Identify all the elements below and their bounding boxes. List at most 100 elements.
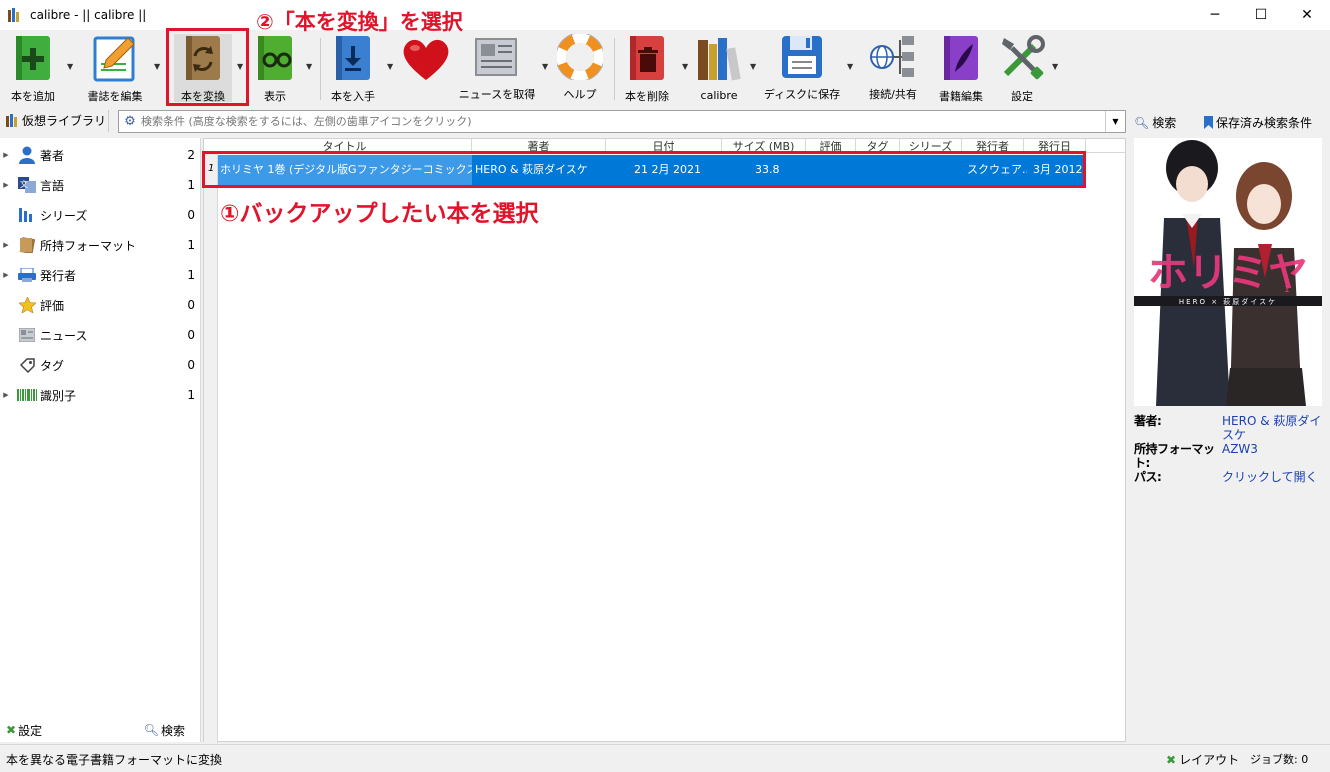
book-cover[interactable]: HERO × 萩原ダイスケ ホリミヤ 1 bbox=[1134, 138, 1322, 406]
search-box: ⚙ ▼ bbox=[118, 110, 1126, 133]
view-book-button[interactable]: 表示 bbox=[250, 34, 300, 103]
maximize-button[interactable]: ☐ bbox=[1238, 0, 1284, 30]
tag-category-authors[interactable]: ▶ 著者 2 bbox=[0, 140, 201, 170]
cover-volume: 1 bbox=[1284, 285, 1290, 295]
bookmark-icon bbox=[1204, 116, 1213, 129]
donate-heart-button[interactable] bbox=[400, 34, 452, 102]
edit-metadata-button[interactable]: 書誌を編集 bbox=[84, 34, 146, 103]
edit-book-button[interactable]: 書籍編集 bbox=[934, 34, 988, 103]
virtual-library-button[interactable]: 仮想ライブラリ bbox=[6, 112, 106, 129]
saved-searches-button[interactable]: 保存済み検索条件 bbox=[1204, 114, 1312, 131]
status-bar: 本を異なる電子書籍フォーマットに変換 ✖ レイアウト ジョブ数: 0 bbox=[0, 744, 1330, 772]
authors-icon bbox=[16, 146, 38, 164]
heart-donate-icon bbox=[401, 34, 451, 84]
tag-browser-footer: ✖ 設定 🔍︎ 検索 bbox=[0, 720, 201, 740]
layout-button[interactable]: ✖ レイアウト bbox=[1166, 751, 1239, 768]
tag-category-rating[interactable]: 評価 0 bbox=[0, 290, 201, 320]
detail-row-authors: 著者: HERO & 萩原ダイスケ bbox=[1134, 414, 1324, 442]
calibre-library-dropdown[interactable]: ▼ bbox=[750, 62, 758, 71]
edit-metadata-dropdown[interactable]: ▼ bbox=[154, 62, 162, 71]
languages-icon: 文 bbox=[16, 176, 38, 194]
advanced-search-gear-icon[interactable]: ⚙ bbox=[119, 114, 141, 129]
virtual-library-icon bbox=[6, 114, 17, 127]
preferences-button[interactable]: 設定 bbox=[996, 34, 1048, 103]
save-to-disk-button[interactable]: ディスクに保存 bbox=[764, 34, 840, 102]
format-link[interactable]: AZW3 bbox=[1222, 442, 1324, 470]
search-button[interactable]: 🔍︎ 検索 bbox=[1134, 114, 1176, 131]
close-button[interactable]: ✕ bbox=[1284, 0, 1330, 30]
add-book-icon bbox=[8, 34, 58, 82]
get-books-dropdown[interactable]: ▼ bbox=[387, 62, 395, 71]
tag-category-publisher[interactable]: ▶ 発行者 1 bbox=[0, 260, 201, 290]
help-lifebuoy-icon bbox=[555, 34, 605, 80]
window-title: calibre - || calibre || bbox=[30, 8, 147, 22]
preferences-dropdown[interactable]: ▼ bbox=[1052, 62, 1060, 71]
remove-book-icon bbox=[622, 34, 672, 82]
expand-arrow-icon[interactable]: ▶ bbox=[0, 271, 12, 279]
view-book-icon bbox=[250, 34, 300, 82]
cover-subtitle: HERO × 萩原ダイスケ bbox=[1179, 297, 1277, 306]
open-path-link[interactable]: クリックして開く bbox=[1222, 470, 1324, 484]
expand-arrow-icon[interactable]: ▶ bbox=[0, 181, 12, 189]
save-to-disk-icon bbox=[777, 34, 827, 80]
row-number-gutter: 1 bbox=[204, 153, 218, 743]
edit-metadata-icon bbox=[90, 34, 140, 82]
view-book-dropdown[interactable]: ▼ bbox=[306, 62, 314, 71]
find-in-tag-browser-button[interactable]: 🔍︎ 検索 bbox=[144, 722, 185, 739]
remove-book-dropdown[interactable]: ▼ bbox=[682, 62, 690, 71]
detail-row-formats: 所持フォーマット: AZW3 bbox=[1134, 442, 1324, 470]
jobs-indicator[interactable]: ジョブ数: 0 bbox=[1250, 751, 1308, 767]
series-icon bbox=[16, 206, 38, 224]
connect-share-button[interactable]: 接続/共有 bbox=[862, 34, 924, 102]
toolbar-separator bbox=[614, 38, 615, 100]
search-separator bbox=[108, 110, 109, 132]
configure-tag-browser-button[interactable]: ✖ 設定 bbox=[6, 722, 42, 739]
search-input[interactable] bbox=[141, 111, 1105, 132]
identifiers-barcode-icon bbox=[16, 386, 38, 404]
annotation-highlight-book-row bbox=[202, 151, 1086, 188]
tools-icon: ✖ bbox=[1166, 752, 1177, 767]
add-book-dropdown[interactable]: ▼ bbox=[67, 62, 75, 71]
calibre-library-icon bbox=[694, 34, 744, 83]
annotation-step1-text: ①バックアップしたい本を選択 bbox=[220, 201, 539, 227]
remove-book-button[interactable]: 本を削除 bbox=[620, 34, 674, 103]
tag-category-series[interactable]: シリーズ 0 bbox=[0, 200, 201, 230]
annotation-highlight-convert bbox=[166, 28, 249, 106]
connect-share-icon bbox=[868, 34, 918, 80]
title-bar: calibre - || calibre || ─ ☐ ✕ bbox=[0, 0, 1330, 30]
tools-icon: ✖ bbox=[6, 723, 17, 737]
status-message: 本を異なる電子書籍フォーマットに変換 bbox=[6, 753, 223, 767]
fetch-news-icon bbox=[472, 34, 522, 80]
tag-category-news[interactable]: ニュース 0 bbox=[0, 320, 201, 350]
tag-category-formats[interactable]: ▶ 所持フォーマット 1 bbox=[0, 230, 201, 260]
save-to-disk-dropdown[interactable]: ▼ bbox=[847, 62, 855, 71]
formats-icon bbox=[16, 236, 38, 254]
fetch-news-dropdown[interactable]: ▼ bbox=[542, 62, 550, 71]
search-magnifier-icon: 🔍︎ bbox=[1134, 115, 1150, 130]
author-link[interactable]: HERO & 萩原ダイスケ bbox=[1222, 414, 1324, 442]
fetch-news-button[interactable]: ニュースを取得 bbox=[459, 34, 535, 102]
expand-arrow-icon[interactable]: ▶ bbox=[0, 151, 12, 159]
book-details: 著者: HERO & 萩原ダイスケ 所持フォーマット: AZW3 パス: クリッ… bbox=[1134, 414, 1324, 484]
tag-category-identifiers[interactable]: ▶ 識別子 1 bbox=[0, 380, 201, 410]
calibre-library-button[interactable]: calibre bbox=[694, 34, 744, 102]
help-button[interactable]: ヘルプ bbox=[554, 34, 606, 102]
svg-text:文: 文 bbox=[20, 179, 28, 189]
tag-category-tags[interactable]: タグ 0 bbox=[0, 350, 201, 380]
tag-category-languages[interactable]: ▶ 文 言語 1 bbox=[0, 170, 201, 200]
news-icon bbox=[16, 326, 38, 344]
calibre-app-icon bbox=[8, 8, 22, 22]
book-list: タイトル 著者 日付 サイズ (MB) 評価 タグ シリーズ 発行者 発行日 1… bbox=[203, 138, 1126, 743]
add-book-button[interactable]: 本を追加 bbox=[7, 34, 59, 103]
edit-book-icon bbox=[936, 34, 986, 82]
expand-arrow-icon[interactable]: ▶ bbox=[0, 241, 12, 249]
get-books-button[interactable]: 本を入手 bbox=[326, 34, 380, 103]
publisher-icon bbox=[16, 266, 38, 284]
minimize-button[interactable]: ─ bbox=[1192, 0, 1238, 30]
tag-browser: ▶ 著者 2 ▶ 文 言語 1 シリーズ 0 ▶ 所持フォーマット 1 ▶ 発行… bbox=[0, 138, 201, 742]
expand-arrow-icon[interactable]: ▶ bbox=[0, 391, 12, 399]
search-history-dropdown[interactable]: ▼ bbox=[1105, 111, 1125, 132]
preferences-tools-icon bbox=[997, 34, 1047, 82]
toolbar-separator bbox=[320, 38, 321, 100]
get-books-icon bbox=[328, 34, 378, 82]
